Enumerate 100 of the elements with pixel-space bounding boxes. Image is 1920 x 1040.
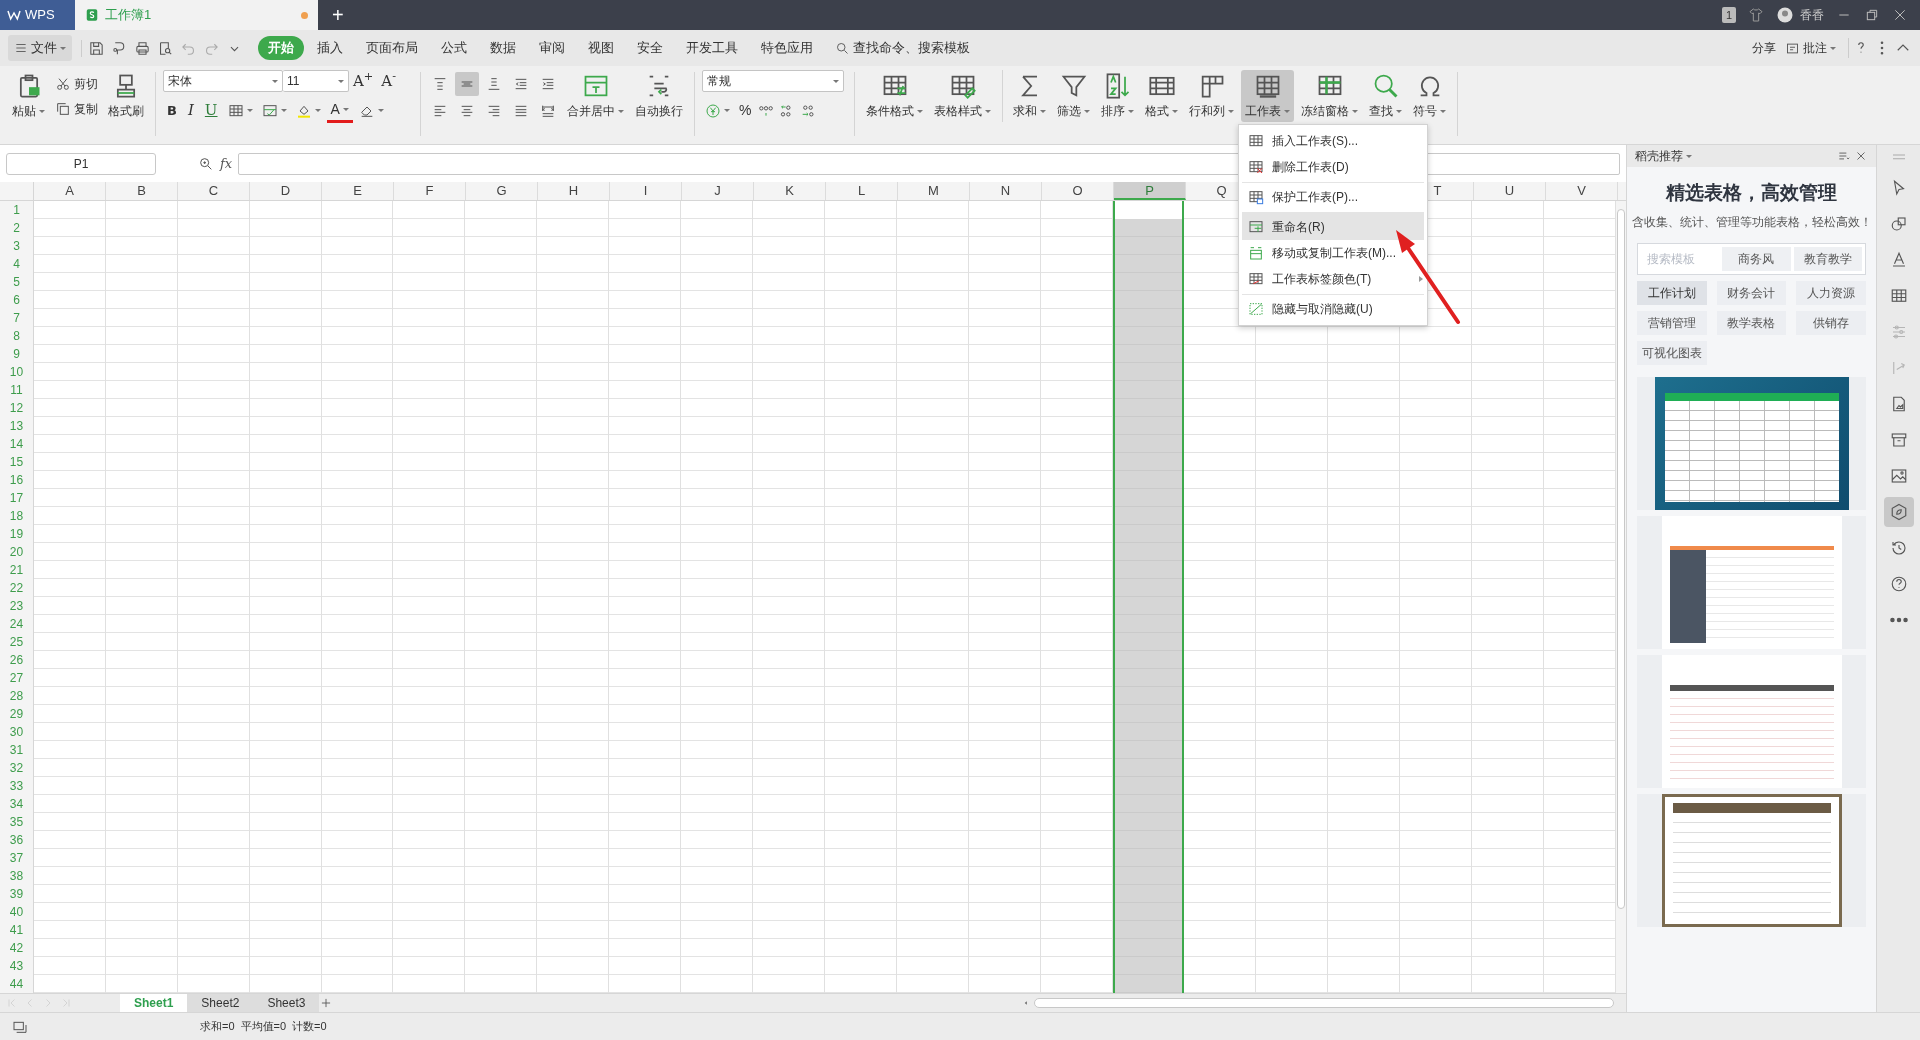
shrink-font-button[interactable]: A$^{-}$ — [377, 70, 400, 93]
app-tab[interactable]: WPS — [0, 0, 75, 30]
shapes-icon — [1889, 215, 1908, 233]
tab-color-icon — [1248, 271, 1264, 287]
column-header[interactable]: D — [250, 182, 322, 200]
category-button[interactable]: 财务会计 — [1716, 280, 1787, 305]
menu-item[interactable]: 插入工作表(S)... — [1242, 128, 1424, 154]
font-size-select[interactable]: 11 — [283, 70, 349, 93]
print-preview-icon[interactable] — [157, 39, 174, 57]
wrap-text-button[interactable]: 自动换行 — [631, 70, 687, 122]
caret-icon — [342, 107, 349, 111]
menu-item[interactable]: 工作表标签颜色(T) — [1242, 266, 1424, 292]
ribbon-tab[interactable]: 开发工具 — [676, 36, 748, 60]
vertical-scrollbar[interactable] — [1617, 209, 1625, 909]
ribbon-tool-button[interactable]: 工作表 — [1241, 70, 1294, 122]
ribbon-tab[interactable]: 特色应用 — [751, 36, 823, 60]
paste-button[interactable]: 粘贴 — [8, 70, 49, 122]
sheet-tab[interactable]: Sheet2 — [187, 994, 254, 1012]
shirt-icon[interactable] — [1748, 7, 1764, 23]
ribbon-tab[interactable]: 插入 — [307, 36, 353, 60]
column-header[interactable]: M — [898, 182, 970, 200]
name-box[interactable]: P1 — [6, 152, 156, 175]
column-header[interactable]: U — [1474, 182, 1546, 200]
format-painter-button[interactable]: 格式刷 — [104, 70, 148, 122]
close-icon[interactable] — [1892, 7, 1908, 23]
ribbon-tab[interactable]: 公式 — [431, 36, 477, 60]
category-button[interactable]: 教学表格 — [1716, 310, 1787, 335]
cut-button[interactable]: 剪切 — [52, 73, 101, 95]
save-icon[interactable] — [88, 39, 105, 57]
ribbon-tab[interactable]: 审阅 — [529, 36, 575, 60]
justify-icon — [513, 103, 529, 119]
ribbon-tool-button[interactable]: 条件格式 — [862, 70, 927, 122]
menu-item[interactable]: 删除工作表(D) — [1242, 154, 1424, 180]
column-header[interactable]: I — [610, 182, 682, 200]
command-search[interactable]: 查找命令、搜索模板 — [832, 36, 973, 60]
ribbon-tool-button[interactable]: 格式 — [1141, 70, 1182, 122]
category-button[interactable]: 供销存 — [1796, 310, 1866, 335]
template-thumbnail[interactable] — [1661, 654, 1842, 788]
font-color-button[interactable]: A — [326, 98, 353, 123]
number-format-select[interactable]: 常规 — [702, 70, 844, 92]
sidebar-tool[interactable] — [1883, 497, 1914, 527]
category-button[interactable]: 可视化图表 — [1637, 340, 1707, 365]
sum-readout: 求和=0 — [200, 1019, 235, 1035]
template-thumbnail[interactable] — [1654, 376, 1849, 510]
active-cell[interactable] — [1114, 201, 1183, 219]
percent-button[interactable]: % — [736, 98, 755, 123]
column-header[interactable]: K — [754, 182, 826, 200]
horizontal-scrollbar[interactable] — [1034, 998, 1614, 1008]
new-tab-button[interactable]: + — [318, 0, 358, 30]
column-header[interactable]: E — [322, 182, 394, 200]
ribbon-tab[interactable]: 安全 — [627, 36, 673, 60]
ribbon-tool-button[interactable]: 求和 — [1002, 70, 1050, 122]
copy-button[interactable]: 复制 — [52, 98, 101, 120]
search-tag[interactable]: 商务风 — [1722, 246, 1791, 271]
share-button[interactable]: 分享 — [1749, 37, 1779, 59]
font-name-select[interactable]: 宋体 — [163, 70, 283, 93]
menu-item[interactable]: 保护工作表(P)... — [1242, 182, 1424, 210]
category-button[interactable]: 营销管理 — [1637, 310, 1707, 335]
ribbon-tool-button[interactable]: 表格样式 — [930, 70, 995, 122]
column-header[interactable]: G — [466, 182, 538, 200]
print-icon[interactable] — [134, 39, 151, 57]
column-header[interactable]: B — [106, 182, 178, 200]
column-header[interactable]: F — [394, 182, 466, 200]
menu-item[interactable]: 重命名(R) — [1242, 212, 1424, 240]
column-header[interactable]: H — [538, 182, 610, 200]
template-search-field[interactable]: 搜索模板 商务风 教育教学 — [1637, 242, 1866, 275]
merge-center-button[interactable]: 合并居中 — [563, 70, 628, 122]
category-button[interactable]: 人力资源 — [1796, 280, 1866, 305]
template-thumbnail[interactable] — [1661, 515, 1842, 649]
grow-font-button[interactable]: A$^{+}$ — [349, 70, 378, 93]
column-header[interactable]: J — [682, 182, 754, 200]
restore-icon[interactable] — [1864, 7, 1880, 23]
bold-button[interactable]: B — [163, 100, 181, 121]
italic-button[interactable]: I — [183, 99, 198, 122]
menu-item[interactable]: 隐藏与取消隐藏(U) — [1242, 294, 1424, 322]
ribbon-tool-button[interactable]: 筛选 — [1053, 70, 1094, 122]
ribbon-tool-button[interactable]: 查找 — [1365, 70, 1406, 122]
column-header[interactable]: A — [34, 182, 106, 200]
ribbon-tool-button[interactable]: 冻结窗格 — [1297, 70, 1362, 122]
search-tag[interactable]: 教育教学 — [1793, 246, 1862, 271]
zoom-formula-icon[interactable] — [198, 155, 214, 172]
category-button[interactable]: 工作计划 — [1637, 280, 1707, 305]
column-header[interactable]: N — [970, 182, 1042, 200]
column-header[interactable]: C — [178, 182, 250, 200]
column-header[interactable]: V — [1546, 182, 1618, 200]
menu-item[interactable]: 移动或复制工作表(M)... — [1242, 240, 1424, 266]
ribbon-tool-button[interactable]: 排序 — [1097, 70, 1138, 122]
ribbon-tool-button[interactable]: 符号 — [1409, 70, 1450, 122]
ribbon-tab[interactable]: 数据 — [480, 36, 526, 60]
ribbon-tab[interactable]: 页面布局 — [356, 36, 428, 60]
ribbon-tool-button[interactable]: 行和列 — [1185, 70, 1238, 122]
filter-list-icon[interactable] — [1837, 149, 1851, 163]
file-menu-button[interactable]: 文件 — [8, 35, 72, 61]
underline-button[interactable]: U — [200, 99, 222, 122]
avatar-icon[interactable] — [1776, 6, 1794, 24]
column-header[interactable]: L — [826, 182, 898, 200]
sheet-tab[interactable]: Sheet3 — [253, 994, 320, 1012]
comment-button[interactable]: 批注 — [1782, 37, 1839, 59]
ribbon-tab[interactable]: 视图 — [578, 36, 624, 60]
template-thumbnail[interactable] — [1661, 793, 1842, 927]
